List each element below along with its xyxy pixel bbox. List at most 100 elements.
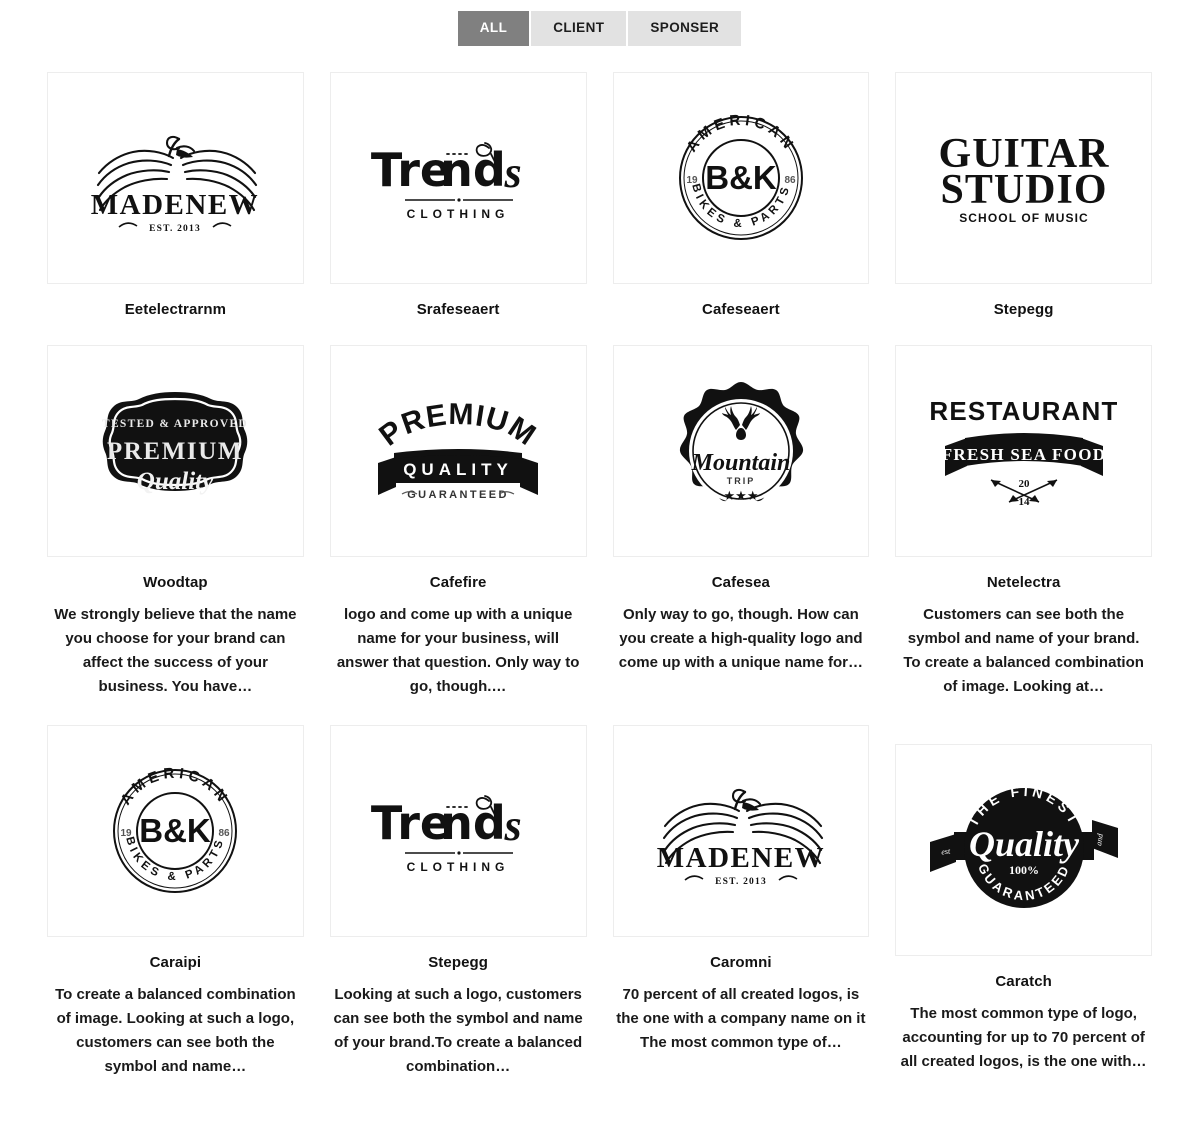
svg-text:Tre: Tre (371, 143, 451, 197)
svg-text:MADENEW: MADENEW (91, 189, 259, 221)
svg-text:86: 86 (219, 828, 231, 839)
svg-text:PREMIUM: PREMIUM (373, 397, 542, 452)
portfolio-card[interactable]: THE FINEST GUARANTEED Quality 100% est a… (882, 743, 1165, 1074)
svg-text:s: s (504, 148, 522, 197)
svg-text:B&K: B&K (705, 159, 777, 196)
svg-text:19: 19 (121, 828, 133, 839)
svg-text:100%: 100% (1009, 863, 1039, 877)
portfolio-card-title: Netelectra (986, 573, 1061, 591)
svg-text:Quality: Quality (969, 824, 1080, 864)
portfolio-card-description: To create a balanced combination of imag… (55, 985, 296, 1075)
portfolio-card-title: Cafesea (711, 573, 770, 591)
the-finest-quality-guaranteed-logo: THE FINEST GUARANTEED Quality 100% est a… (929, 782, 1118, 908)
svg-text:s: s (504, 801, 522, 850)
portfolio-card[interactable]: GUITAR STUDIO SCHOOL OF MUSIC Stepegg (882, 71, 1165, 319)
madenew-bird-logo: MADENEW EST. 2013 (91, 135, 259, 234)
bk-american-bikes-badge-logo: AMERICAN BIKES & PARTS B&K 19 86 (678, 111, 803, 240)
svg-text:QUALITY: QUALITY (403, 460, 513, 479)
svg-text:Tre: Tre (371, 796, 451, 850)
portfolio-card-description: Looking at such a logo, customers can se… (333, 985, 583, 1075)
portfolio-card-description: 70 percent of all created logos, is the … (616, 985, 866, 1051)
filter-button-client[interactable]: CLIENT (531, 11, 627, 46)
svg-text:MADENEW: MADENEW (657, 842, 825, 874)
portfolio-card-thumbnail[interactable]: AMERICAN BIKES & PARTS B&K 19 86 (47, 724, 304, 937)
svg-text:CLOTHING: CLOTHING (407, 860, 510, 874)
portfolio-card-title: Caraipi (149, 953, 202, 971)
trends-clothing-logo: Tre nd s CLOTHING (371, 141, 522, 221)
portfolio-card-title: Woodtap (143, 573, 208, 591)
portfolio-grid: MADENEW EST. 2013 Eetelectrarnm Tre nd s… (0, 71, 1199, 1105)
svg-text:FRESH SEA FOOD: FRESH SEA FOOD (941, 445, 1106, 464)
svg-text:nd: nd (440, 143, 506, 197)
trends-clothing-logo: Tre nd s CLOTHING (371, 794, 522, 874)
svg-text:TRIP: TRIP (727, 476, 756, 486)
portfolio-card[interactable]: TESTED & APPROVED PREMIUM Quality Woodta… (34, 344, 317, 699)
svg-text:20: 20 (1018, 478, 1030, 490)
svg-text:Mountain: Mountain (691, 450, 791, 476)
restaurant-fresh-sea-food-logo: RESTAURANT FRESH SEA FOOD 20 14 (931, 396, 1117, 508)
portfolio-card-title: Stepegg (428, 953, 489, 971)
premium-quality-ornate-badge-logo: TESTED & APPROVED PREMIUM Quality (102, 391, 248, 495)
portfolio-card-thumbnail[interactable]: GUITAR STUDIO SCHOOL OF MUSIC (895, 71, 1152, 284)
svg-text:19: 19 (686, 175, 698, 186)
portfolio-card-title: Cafeseaert (702, 300, 780, 318)
portfolio-card[interactable]: AMERICAN BIKES & PARTS B&K 19 86 Caraipi… (34, 724, 317, 1079)
madenew-bird-logo: MADENEW EST. 2013 (657, 788, 825, 887)
svg-text:nd: nd (440, 796, 506, 850)
portfolio-card-thumbnail[interactable]: THE FINEST GUARANTEED Quality 100% est a… (895, 743, 1152, 956)
portfolio-card-thumbnail[interactable]: PREMIUM QUALITY GUARANTEED (329, 344, 587, 557)
portfolio-card-thumbnail[interactable]: RESTAURANT FRESH SEA FOOD 20 14 (895, 344, 1152, 557)
filter-button-sponser[interactable]: SPONSER (628, 11, 742, 46)
svg-text:B&K: B&K (140, 812, 212, 849)
page-root: ALL CLIENT SPONSER MADENEW EST. 2013 Eet… (0, 0, 1199, 1137)
portfolio-card[interactable]: Tre nd s CLOTHING Stepegg Looking at such… (317, 724, 600, 1079)
portfolio-card-title: Caratch (995, 972, 1052, 990)
portfolio-card-title: Caromni (710, 953, 772, 971)
svg-text:PREMIUM: PREMIUM (107, 438, 243, 465)
portfolio-card-title: Eetelectrarnm (124, 300, 227, 318)
svg-text:SCHOOL OF MUSIC: SCHOOL OF MUSIC (959, 211, 1089, 225)
portfolio-filter-bar: ALL CLIENT SPONSER (0, 0, 1199, 46)
svg-text:86: 86 (784, 175, 796, 186)
svg-text:and: and (1094, 832, 1105, 846)
portfolio-card[interactable]: Mountain TRIP ★★★ Cafesea Only way to go,… (600, 344, 883, 675)
portfolio-card[interactable]: MADENEW EST. 2013 Eetelectrarnm (34, 71, 317, 319)
svg-text:AMERICAN: AMERICAN (683, 111, 798, 155)
svg-text:TESTED & APPROVED: TESTED & APPROVED (102, 418, 248, 430)
svg-text:STUDIO: STUDIO (940, 167, 1107, 213)
svg-text:AMERICAN: AMERICAN (118, 764, 233, 808)
portfolio-card-title: Stepegg (993, 300, 1054, 318)
svg-text:RESTAURANT: RESTAURANT (931, 396, 1117, 426)
svg-text:GUARANTEED: GUARANTEED (407, 489, 509, 501)
portfolio-card-description: Only way to go, though. How can you crea… (618, 605, 863, 671)
filter-button-all[interactable]: ALL (457, 11, 530, 46)
portfolio-card-thumbnail[interactable]: Tre nd s CLOTHING (329, 71, 587, 284)
portfolio-card-thumbnail[interactable]: Mountain TRIP ★★★ (612, 344, 870, 557)
portfolio-card-thumbnail[interactable]: MADENEW EST. 2013 (47, 71, 304, 284)
guitar-studio-logo: GUITAR STUDIO SCHOOL OF MUSIC (938, 131, 1108, 225)
mountain-trip-deer-badge-logo: Mountain TRIP ★★★ (679, 381, 803, 503)
svg-text:EST. 2013: EST. 2013 (149, 224, 201, 234)
portfolio-card-title: Srafeseaert (416, 300, 500, 318)
portfolio-card-description: The most common type of logo, accounting… (900, 1004, 1147, 1070)
portfolio-card-description: Customers can see both the symbol and na… (903, 605, 1144, 695)
portfolio-card-thumbnail[interactable]: MADENEW EST. 2013 (612, 724, 870, 937)
svg-text:★★★: ★★★ (723, 488, 758, 503)
portfolio-card[interactable]: PREMIUM QUALITY GUARANTEED Cafefire logo … (317, 344, 600, 699)
portfolio-card-thumbnail[interactable]: AMERICAN BIKES & PARTS B&K 19 86 (612, 71, 870, 284)
portfolio-card[interactable]: AMERICAN BIKES & PARTS B&K 19 86 Cafesea… (600, 71, 883, 319)
bk-american-bikes-badge-logo: AMERICAN BIKES & PARTS B&K 19 86 (113, 764, 238, 893)
portfolio-card-thumbnail[interactable]: TESTED & APPROVED PREMIUM Quality (47, 344, 304, 557)
portfolio-card-description: logo and come up with a unique name for … (336, 605, 580, 695)
premium-quality-guaranteed-banner-logo: PREMIUM QUALITY GUARANTEED (373, 397, 542, 501)
portfolio-card[interactable]: MADENEW EST. 2013 Caromni 70 percent of a… (600, 724, 883, 1055)
portfolio-card-title: Cafefire (429, 573, 487, 591)
svg-text:14: 14 (1018, 496, 1030, 508)
portfolio-card-description: We strongly believe that the name you ch… (54, 605, 297, 695)
portfolio-card[interactable]: RESTAURANT FRESH SEA FOOD 20 14 Netelect… (882, 344, 1165, 699)
svg-text:EST. 2013: EST. 2013 (715, 877, 767, 887)
portfolio-card[interactable]: Tre nd s CLOTHING Srafeseaert (317, 71, 600, 319)
svg-text:CLOTHING: CLOTHING (407, 207, 510, 221)
portfolio-card-thumbnail[interactable]: Tre nd s CLOTHING (329, 724, 587, 937)
svg-text:Quality: Quality (137, 468, 214, 495)
